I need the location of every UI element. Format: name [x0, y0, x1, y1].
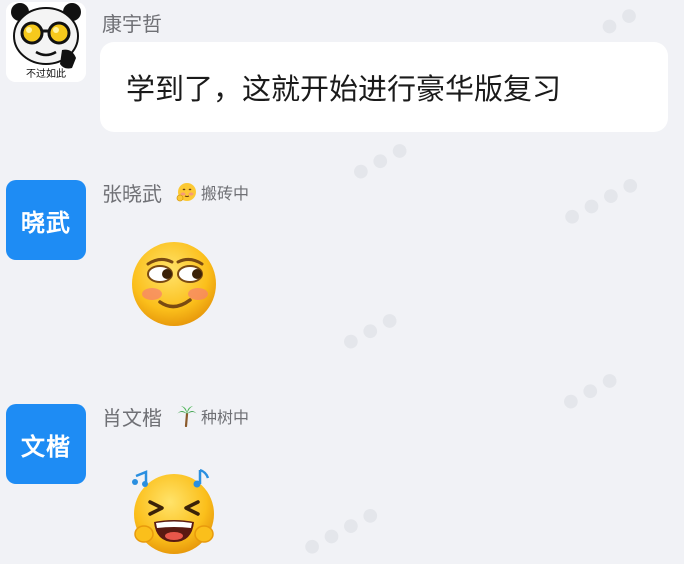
watermark: ● ● ● — [558, 367, 622, 414]
status-badge: 种树中 — [176, 404, 249, 428]
avatar-text: 晓武 — [21, 208, 71, 237]
smirk-emoji-icon — [132, 242, 216, 326]
shy-face-icon — [176, 181, 198, 203]
watermark: ● ● ● — [338, 307, 402, 354]
sender-row: 张晓武 搬砖中 — [102, 178, 249, 206]
watermark: ● ● ● ● — [299, 502, 382, 559]
laughing-with-music-emoji-icon — [132, 468, 214, 554]
avatar[interactable]: 文楷 — [6, 404, 86, 484]
avatar-caption: 不过如此 — [26, 69, 66, 80]
avatar[interactable]: 不过如此 — [6, 2, 86, 82]
avatar-text: 文楷 — [21, 432, 71, 461]
sender-row: 肖文楷 种树中 — [102, 402, 249, 430]
status-text: 搬砖中 — [201, 184, 250, 203]
sender-name[interactable]: 康宇哲 — [102, 8, 162, 37]
sender-name[interactable]: 肖文楷 — [102, 402, 162, 431]
status-badge: 搬砖中 — [176, 180, 249, 204]
message-bubble[interactable]: 学到了，这就开始进行豪华版复习 — [100, 42, 668, 132]
sender-name[interactable]: 张晓武 — [102, 178, 162, 207]
watermark: ● ● — [597, 2, 641, 39]
palm-tree-icon — [176, 405, 198, 427]
status-text: 种树中 — [201, 408, 250, 427]
watermark: ● ● ● ● — [559, 172, 642, 229]
watermark: ● ● ● — [348, 137, 412, 184]
sender-row: 康宇哲 — [102, 8, 162, 36]
sticker[interactable] — [126, 236, 222, 336]
message-text: 学到了，这就开始进行豪华版复习 — [126, 72, 562, 106]
sticker[interactable] — [126, 462, 222, 562]
avatar[interactable]: 晓武 — [6, 180, 86, 260]
